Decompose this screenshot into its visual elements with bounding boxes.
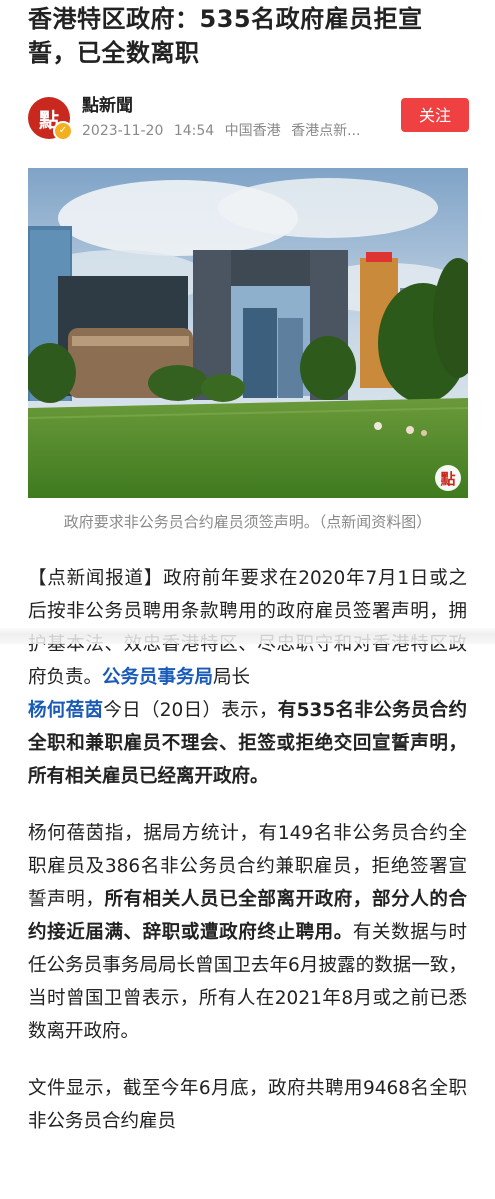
paragraph-1-date: 今日（20日）表示， bbox=[103, 700, 278, 721]
paragraph-3-text: 文件显示，截至今年6月底，政府共聘用9468名全职非公务员合约雇员 bbox=[28, 1078, 467, 1132]
publish-date: 2023-11-20 bbox=[82, 123, 164, 139]
author-meta: 點新聞 2023-11-20 14:54 中国香港 香港点新... bbox=[82, 95, 366, 141]
paragraph-1-title: 局长 bbox=[213, 667, 251, 688]
paragraph-1: 【点新闻报道】政府前年要求在2020年7月1日或之后按非公务员聘用条款聘用的政府… bbox=[28, 562, 467, 793]
author-name[interactable]: 點新聞 bbox=[82, 95, 366, 117]
author-avatar[interactable]: 點 ✓ bbox=[28, 97, 73, 141]
publish-location: 中国香港 bbox=[224, 123, 281, 139]
author-row: 點 ✓ 點新聞 2023-11-20 14:54 中国香港 香港点新... 关注 bbox=[0, 90, 495, 146]
scan-artifact bbox=[0, 628, 495, 644]
article-page: 香港特区政府：535名政府雇员拒宣誓，已全数离职 點 ✓ 點新聞 2023-11… bbox=[0, 0, 495, 1138]
photo-caption: 政府要求非公务员合约雇员须签声明。（点新闻资料图） bbox=[63, 513, 432, 531]
article-body: 【点新闻报道】政府前年要求在2020年7月1日或之后按非公务员聘用条款聘用的政府… bbox=[28, 562, 467, 1138]
publish-source: 香港点新... bbox=[291, 123, 361, 139]
ingrid-yeung-link[interactable]: 杨何蓓茵 bbox=[28, 700, 103, 721]
article-headline: 香港特区政府：535名政府雇员拒宣誓，已全数离职 bbox=[28, 5, 423, 67]
paragraph-2: 杨何蓓茵指，据局方统计，有149名非公务员合约全职雇员及386名非公务员合约兼职… bbox=[28, 817, 467, 1048]
publish-time: 14:54 bbox=[173, 123, 215, 139]
follow-button[interactable]: 关注 bbox=[401, 98, 469, 132]
verified-badge-icon: ✓ bbox=[53, 121, 73, 141]
civil-service-bureau-link[interactable]: 公务员事务局 bbox=[102, 667, 213, 688]
article-photo[interactable]: 點 bbox=[27, 168, 468, 498]
paragraph-3: 文件显示，截至今年6月底，政府共聘用9468名全职非公务员合约雇员 bbox=[28, 1072, 467, 1138]
photo-watermark: 點 bbox=[440, 470, 455, 488]
author-subline: 2023-11-20 14:54 中国香港 香港点新... bbox=[82, 121, 366, 141]
government-hq-photo: 點 bbox=[27, 168, 468, 498]
